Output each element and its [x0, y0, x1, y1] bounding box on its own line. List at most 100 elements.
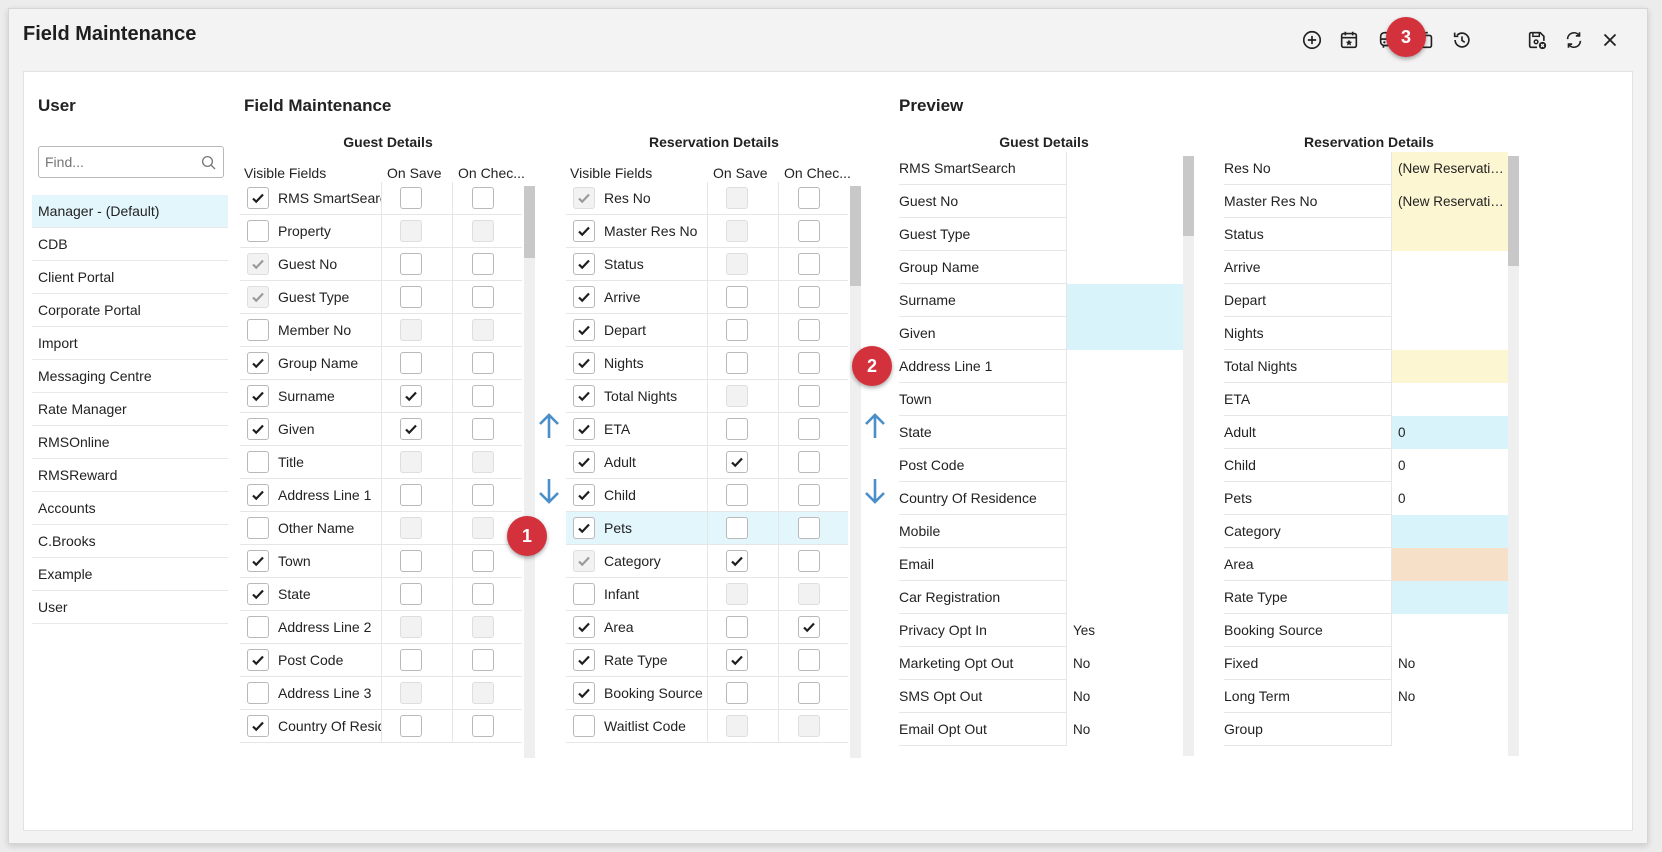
- field-row[interactable]: Pets: [566, 512, 848, 545]
- field-row[interactable]: Status: [566, 248, 848, 281]
- on-check-in-checkbox[interactable]: [472, 286, 494, 308]
- reservation-fields-scrollbar[interactable]: [850, 186, 861, 758]
- visible-checkbox[interactable]: [247, 682, 269, 704]
- visible-checkbox[interactable]: [573, 682, 595, 704]
- user-list-item[interactable]: Messaging Centre: [32, 360, 228, 393]
- field-row[interactable]: Master Res No: [566, 215, 848, 248]
- on-save-checkbox[interactable]: [726, 286, 748, 308]
- on-save-checkbox[interactable]: [726, 649, 748, 671]
- preview-field-value[interactable]: No: [1391, 647, 1508, 680]
- user-list-item[interactable]: Rate Manager: [32, 393, 228, 426]
- visible-checkbox[interactable]: [573, 583, 595, 605]
- on-check-in-checkbox[interactable]: [798, 385, 820, 407]
- user-list-item[interactable]: CDB: [32, 228, 228, 261]
- on-check-in-checkbox[interactable]: [798, 286, 820, 308]
- user-list-item[interactable]: User: [32, 591, 228, 624]
- guest-fields-scrollbar[interactable]: [524, 186, 535, 758]
- on-save-checkbox[interactable]: [400, 649, 422, 671]
- preview-field-value[interactable]: [1391, 515, 1508, 548]
- preview-field-value[interactable]: [1066, 581, 1183, 614]
- field-row[interactable]: Area: [566, 611, 848, 644]
- on-save-checkbox[interactable]: [400, 286, 422, 308]
- visible-checkbox[interactable]: [247, 517, 269, 539]
- field-row[interactable]: ETA: [566, 413, 848, 446]
- on-check-in-checkbox[interactable]: [798, 616, 820, 638]
- on-check-in-checkbox[interactable]: [472, 253, 494, 275]
- save-icon[interactable]: [1522, 25, 1552, 55]
- field-row[interactable]: Category: [566, 545, 848, 578]
- preview-field-value[interactable]: [1066, 548, 1183, 581]
- on-check-in-checkbox[interactable]: [798, 418, 820, 440]
- preview-field-value[interactable]: [1066, 515, 1183, 548]
- visible-checkbox[interactable]: [247, 319, 269, 341]
- visible-checkbox[interactable]: [573, 715, 595, 737]
- user-list-item[interactable]: RMSReward: [32, 459, 228, 492]
- on-check-in-checkbox[interactable]: [472, 352, 494, 374]
- on-save-checkbox[interactable]: [726, 484, 748, 506]
- preview-field-value[interactable]: No: [1066, 680, 1183, 713]
- field-row[interactable]: Total Nights: [566, 380, 848, 413]
- on-save-checkbox[interactable]: [726, 352, 748, 374]
- visible-checkbox[interactable]: [247, 616, 269, 638]
- preview-field-value[interactable]: [1391, 284, 1508, 317]
- on-check-in-checkbox[interactable]: [472, 583, 494, 605]
- field-row[interactable]: Post Code: [240, 644, 522, 677]
- preview-field-value[interactable]: [1066, 482, 1183, 515]
- on-save-checkbox[interactable]: [726, 550, 748, 572]
- on-save-checkbox[interactable]: [400, 187, 422, 209]
- history-icon[interactable]: [1447, 25, 1477, 55]
- preview-field-value[interactable]: [1066, 185, 1183, 218]
- visible-checkbox[interactable]: [247, 418, 269, 440]
- visible-checkbox[interactable]: [573, 517, 595, 539]
- refresh-icon[interactable]: [1559, 25, 1589, 55]
- on-check-in-checkbox[interactable]: [798, 451, 820, 473]
- on-check-in-checkbox[interactable]: [798, 253, 820, 275]
- preview-field-value[interactable]: [1066, 251, 1183, 284]
- field-row[interactable]: Adult: [566, 446, 848, 479]
- field-row[interactable]: Booking Source: [566, 677, 848, 710]
- preview-move-up-arrow-icon[interactable]: [862, 411, 888, 441]
- on-save-checkbox[interactable]: [400, 550, 422, 572]
- user-list-item[interactable]: Client Portal: [32, 261, 228, 294]
- preview-field-value[interactable]: [1391, 251, 1508, 284]
- on-save-checkbox[interactable]: [726, 616, 748, 638]
- preview-move-down-arrow-icon[interactable]: [862, 476, 888, 506]
- preview-field-value[interactable]: Yes: [1066, 614, 1183, 647]
- field-row[interactable]: Guest No: [240, 248, 522, 281]
- preview-field-value[interactable]: (New Reservation): [1391, 185, 1508, 218]
- field-row[interactable]: Other Name: [240, 512, 522, 545]
- visible-checkbox[interactable]: [247, 715, 269, 737]
- preview-field-value[interactable]: 0: [1391, 482, 1508, 515]
- on-check-in-checkbox[interactable]: [472, 187, 494, 209]
- field-row[interactable]: Address Line 2: [240, 611, 522, 644]
- field-row[interactable]: Res No: [566, 182, 848, 215]
- field-row[interactable]: Country Of Residence: [240, 710, 522, 743]
- visible-checkbox[interactable]: [247, 220, 269, 242]
- preview-field-value[interactable]: 0: [1391, 416, 1508, 449]
- visible-checkbox[interactable]: [247, 484, 269, 506]
- on-check-in-checkbox[interactable]: [798, 352, 820, 374]
- field-row[interactable]: Guest Type: [240, 281, 522, 314]
- search-icon[interactable]: [200, 154, 218, 172]
- preview-field-value[interactable]: [1066, 416, 1183, 449]
- visible-checkbox[interactable]: [573, 253, 595, 275]
- on-check-in-checkbox[interactable]: [472, 484, 494, 506]
- preview-field-value[interactable]: [1066, 317, 1183, 350]
- on-check-in-checkbox[interactable]: [798, 550, 820, 572]
- visible-checkbox[interactable]: [573, 418, 595, 440]
- user-list-item[interactable]: Accounts: [32, 492, 228, 525]
- field-row[interactable]: Title: [240, 446, 522, 479]
- visible-checkbox[interactable]: [573, 385, 595, 407]
- add-icon[interactable]: [1297, 25, 1327, 55]
- visible-checkbox[interactable]: [247, 187, 269, 209]
- preview-field-value[interactable]: [1066, 284, 1183, 317]
- field-row[interactable]: Rate Type: [566, 644, 848, 677]
- user-list-item[interactable]: RMSOnline: [32, 426, 228, 459]
- on-check-in-checkbox[interactable]: [798, 220, 820, 242]
- preview-field-value[interactable]: [1391, 581, 1508, 614]
- user-list-item[interactable]: Example: [32, 558, 228, 591]
- on-save-checkbox[interactable]: [400, 253, 422, 275]
- on-save-checkbox[interactable]: [726, 418, 748, 440]
- on-save-checkbox[interactable]: [726, 319, 748, 341]
- visible-checkbox[interactable]: [247, 583, 269, 605]
